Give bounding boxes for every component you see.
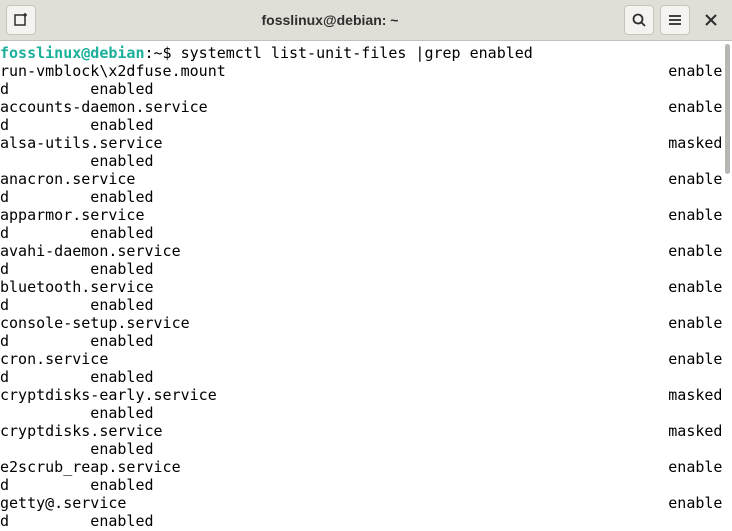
hamburger-icon xyxy=(667,12,683,28)
output-line: accounts-daemon.service enable xyxy=(0,98,722,116)
output-line: d enabled xyxy=(0,512,154,530)
output-line: getty@.service enable xyxy=(0,494,722,512)
output-line: d enabled xyxy=(0,260,154,278)
titlebar: fosslinux@debian: ~ xyxy=(0,0,732,41)
prompt-user-host: fosslinux@debian xyxy=(0,44,145,62)
menu-button[interactable] xyxy=(660,5,690,35)
prompt-separator: : xyxy=(145,44,154,62)
close-icon xyxy=(704,13,718,27)
prompt-path: ~$ xyxy=(154,44,181,62)
new-tab-button[interactable] xyxy=(6,5,36,35)
output-line: enabled xyxy=(0,440,154,458)
output-line: d enabled xyxy=(0,296,154,314)
output-line: cryptdisks.service masked xyxy=(0,422,722,440)
command-text: systemctl list-unit-files |grep enabled xyxy=(181,44,533,62)
output-line: d enabled xyxy=(0,188,154,206)
search-icon xyxy=(631,12,647,28)
window-title: fosslinux@debian: ~ xyxy=(40,12,620,28)
output-line: d enabled xyxy=(0,224,154,242)
output-line: d enabled xyxy=(0,476,154,494)
output-line: console-setup.service enable xyxy=(0,314,722,332)
output-line: d enabled xyxy=(0,116,154,134)
output-line: d enabled xyxy=(0,332,154,350)
output-line: enabled xyxy=(0,404,154,422)
output-line: alsa-utils.service masked xyxy=(0,134,722,152)
output-line: run-vmblock\x2dfuse.mount enable xyxy=(0,62,722,80)
output-line: bluetooth.service enable xyxy=(0,278,722,296)
scrollbar-thumb[interactable] xyxy=(725,44,730,174)
output-line: enabled xyxy=(0,152,154,170)
output-line: d enabled xyxy=(0,368,154,386)
scrollbar[interactable] xyxy=(723,41,732,531)
output-line: d enabled xyxy=(0,80,154,98)
output-line: cryptdisks-early.service masked xyxy=(0,386,722,404)
output-line: e2scrub_reap.service enable xyxy=(0,458,722,476)
close-button[interactable] xyxy=(696,5,726,35)
terminal-output[interactable]: fosslinux@debian:~$ systemctl list-unit-… xyxy=(0,41,723,531)
output-line: anacron.service enable xyxy=(0,170,722,188)
new-tab-icon xyxy=(13,12,29,28)
output-line: cron.service enable xyxy=(0,350,722,368)
search-button[interactable] xyxy=(624,5,654,35)
output-line: apparmor.service enable xyxy=(0,206,722,224)
output-line: avahi-daemon.service enable xyxy=(0,242,722,260)
